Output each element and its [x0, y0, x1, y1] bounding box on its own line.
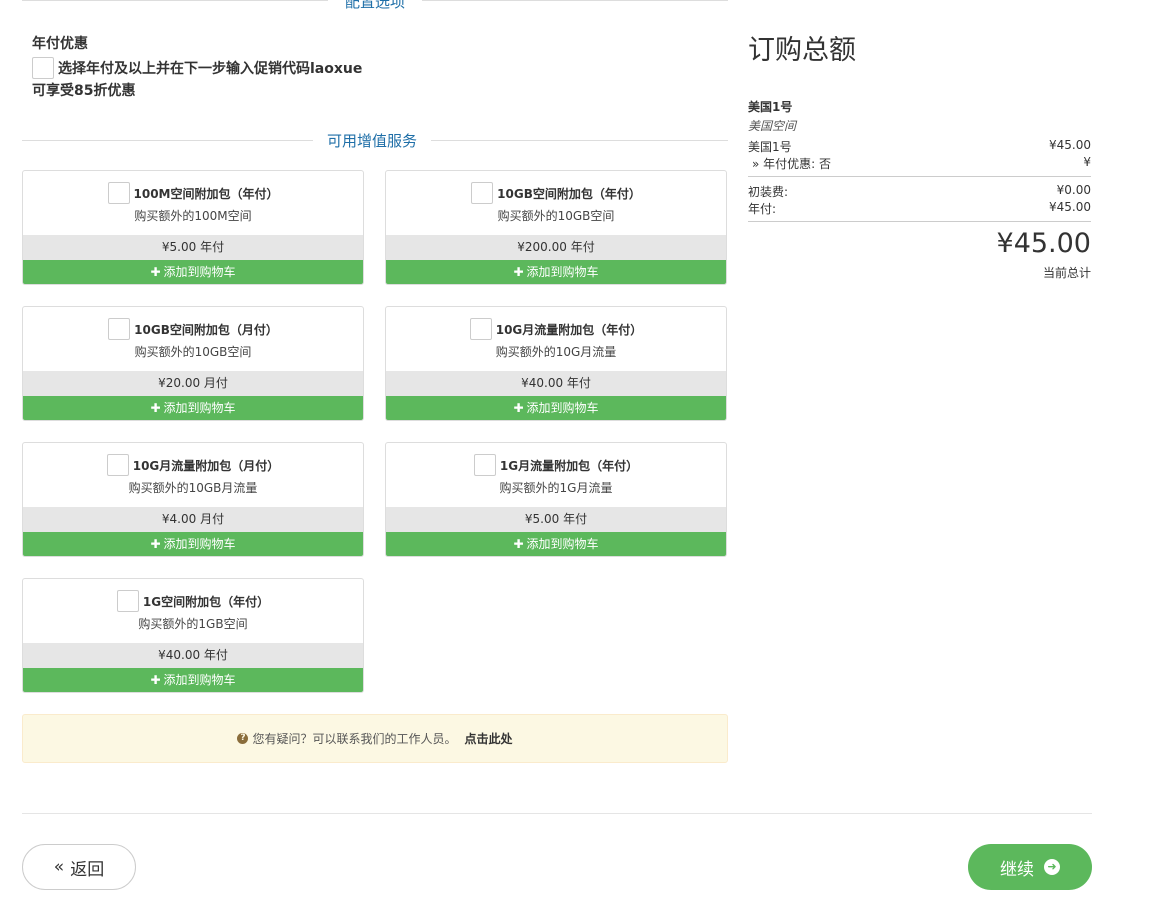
addon-name: 100M空间附加包（年付）	[133, 186, 279, 201]
addon-name: 1G月流量附加包（年付）	[499, 458, 639, 473]
config-section-title: 配置选项	[328, 0, 422, 12]
addons-section-title: 可用增值服务	[313, 130, 432, 151]
summary-line-item-value: ¥45.00	[1049, 138, 1091, 152]
plus-icon: ✚	[150, 673, 161, 687]
add-to-cart-label: 添加到购物车	[163, 265, 236, 279]
plus-icon: ✚	[513, 401, 524, 415]
annual-promo-option[interactable]: 选择年付及以上并在下一步输入促销代码laoxue	[32, 57, 362, 79]
summary-option-value: ¥	[1083, 155, 1091, 169]
plus-icon: ✚	[150, 401, 161, 415]
add-to-cart-label: 添加到购物车	[526, 265, 599, 279]
addon-price: ¥40.00 年付	[23, 643, 363, 668]
addon-name: 10GB空间附加包（年付）	[497, 186, 641, 201]
summary-product-name: 美国1号	[748, 100, 793, 114]
addon-description: 购买额外的100M空间	[134, 209, 252, 223]
addon-description: 购买额外的10G月流量	[495, 345, 617, 359]
help-text: 您有疑问？可以联系我们的工作人员。	[252, 732, 457, 746]
annual-promo-text: 选择年付及以上并在下一步输入促销代码laoxue	[58, 61, 363, 77]
addon-price: ¥200.00 年付	[386, 235, 726, 260]
addon-price: ¥4.00 月付	[23, 507, 363, 532]
plus-icon: ✚	[150, 537, 161, 551]
summary-total-label: 当前总计	[1042, 266, 1091, 280]
addon-description: 购买额外的10GB空间	[134, 345, 252, 359]
question-circle-icon: ?	[237, 733, 249, 744]
summary-divider	[748, 221, 1091, 222]
addon-card: 10GB空间附加包（月付） 购买额外的10GB空间 ¥20.00 月付 ✚ 添加到…	[22, 306, 364, 421]
arrow-circle-right-icon: ➜	[1044, 859, 1060, 875]
summary-setup-row: 初装费: ¥0.00	[748, 183, 1091, 200]
back-button-label: 返回	[70, 859, 105, 880]
addon-checkbox[interactable]	[469, 318, 492, 340]
add-to-cart-button[interactable]: ✚ 添加到购物车	[23, 260, 363, 284]
add-to-cart-button[interactable]: ✚ 添加到购物车	[23, 396, 363, 420]
plus-icon: ✚	[513, 537, 524, 551]
summary-line-item-label: 美国1号	[748, 140, 792, 154]
double-chevron-left-icon: «	[53, 857, 65, 877]
order-summary-title: 订购总额	[748, 35, 856, 66]
add-to-cart-button[interactable]: ✚ 添加到购物车	[386, 532, 726, 556]
add-to-cart-label: 添加到购物车	[163, 673, 236, 687]
addon-card: 1G月流量附加包（年付） 购买额外的1G月流量 ¥5.00 年付 ✚ 添加到购物车	[385, 442, 727, 557]
summary-option-row: » 年付优惠: 否 ¥	[748, 155, 1091, 172]
addon-card: 10GB空间附加包（年付） 购买额外的10GB空间 ¥200.00 年付 ✚ 添加…	[385, 170, 727, 285]
addon-price: ¥40.00 年付	[386, 371, 726, 396]
plus-icon: ✚	[150, 265, 161, 279]
continue-button-label: 继续	[1000, 859, 1034, 880]
addon-description: 购买额外的1G月流量	[499, 481, 613, 495]
continue-button[interactable]: 继续 ➜	[968, 844, 1092, 890]
addon-checkbox[interactable]	[471, 182, 494, 204]
add-to-cart-button[interactable]: ✚ 添加到购物车	[386, 396, 726, 420]
summary-total-amount: ¥45.00	[996, 228, 1091, 259]
addon-card: 10G月流量附加包（月付） 购买额外的10GB月流量 ¥4.00 月付 ✚ 添加到…	[22, 442, 364, 557]
addon-description: 购买额外的1GB空间	[138, 617, 248, 631]
addon-description: 购买额外的10GB月流量	[128, 481, 258, 495]
addon-name: 1G空间附加包（年付）	[142, 594, 270, 609]
summary-billing-label: 年付:	[748, 202, 777, 216]
addon-checkbox[interactable]	[106, 454, 129, 476]
addon-name: 10GB空间附加包（月付）	[134, 322, 278, 337]
addon-checkbox[interactable]	[116, 590, 139, 612]
summary-billing-value: ¥45.00	[1049, 200, 1091, 214]
add-to-cart-label: 添加到购物车	[526, 401, 599, 415]
add-to-cart-button[interactable]: ✚ 添加到购物车	[386, 260, 726, 284]
summary-setup-label: 初装费:	[748, 185, 789, 199]
annual-promo-text-line2: 可享受85折优惠	[32, 83, 136, 99]
summary-divider	[748, 176, 1091, 177]
summary-line-item: 美国1号 ¥45.00	[748, 138, 1091, 155]
addon-checkbox[interactable]	[473, 454, 496, 476]
addon-price: ¥5.00 年付	[386, 507, 726, 532]
addon-price: ¥20.00 月付	[23, 371, 363, 396]
add-to-cart-label: 添加到购物车	[526, 537, 599, 551]
addon-name: 10G月流量附加包（月付）	[132, 458, 280, 473]
add-to-cart-button[interactable]: ✚ 添加到购物车	[23, 532, 363, 556]
add-to-cart-button[interactable]: ✚ 添加到购物车	[23, 668, 363, 692]
summary-billing-row: 年付: ¥45.00	[748, 200, 1091, 217]
addon-card: 10G月流量附加包（年付） 购买额外的10G月流量 ¥40.00 年付 ✚ 添加到…	[385, 306, 727, 421]
help-alert: ? 您有疑问？可以联系我们的工作人员。 点击此处	[22, 714, 728, 763]
contact-link[interactable]: 点击此处	[465, 730, 513, 747]
back-button[interactable]: « 返回	[22, 844, 136, 890]
addon-name: 10G月流量附加包（年付）	[495, 322, 643, 337]
annual-promo-heading: 年付优惠	[32, 36, 88, 52]
plus-icon: ✚	[513, 265, 524, 279]
addon-description: 购买额外的10GB空间	[497, 209, 615, 223]
addon-card: 100M空间附加包（年付） 购买额外的100M空间 ¥5.00 年付 ✚ 添加到购…	[22, 170, 364, 285]
footer-divider	[22, 813, 1092, 814]
addon-checkbox[interactable]	[108, 318, 131, 340]
summary-setup-value: ¥0.00	[1056, 183, 1091, 197]
addon-card: 1G空间附加包（年付） 购买额外的1GB空间 ¥40.00 年付 ✚ 添加到购物车	[22, 578, 364, 693]
addon-price: ¥5.00 年付	[23, 235, 363, 260]
addon-checkbox[interactable]	[107, 182, 130, 204]
add-to-cart-label: 添加到购物车	[163, 401, 236, 415]
summary-option-label: » 年付优惠: 否	[752, 157, 832, 171]
annual-promo-checkbox[interactable]	[32, 57, 54, 79]
add-to-cart-label: 添加到购物车	[163, 537, 236, 551]
summary-product-group: 美国空间	[748, 119, 797, 133]
